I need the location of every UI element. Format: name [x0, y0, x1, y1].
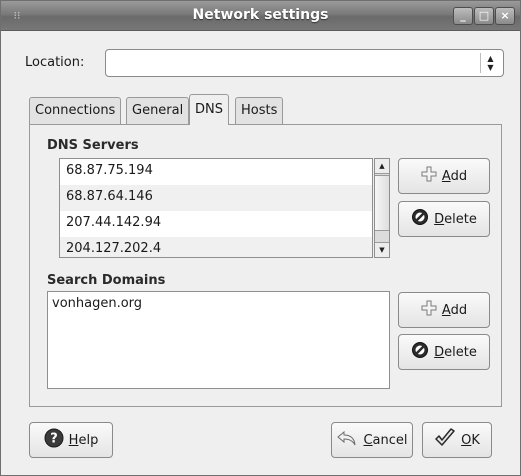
list-item[interactable]: 207.44.142.94 [60, 211, 372, 237]
network-settings-window: ⁝⁝ Network settings _ □ × Location: ▲ ▼ C… [0, 0, 521, 476]
maximize-icon: □ [478, 9, 490, 22]
cancel-label: Cancel [363, 432, 408, 448]
ok-label: OK [461, 432, 480, 448]
search-add-button[interactable]: Add [398, 292, 490, 328]
tab-connections[interactable]: Connections [29, 97, 122, 124]
delete-icon [411, 341, 429, 363]
location-combo[interactable]: ▲ ▼ [105, 49, 504, 77]
tab-hosts[interactable]: Hosts [235, 97, 284, 124]
scroll-up-icon[interactable]: ▲ [375, 159, 389, 174]
help-button[interactable]: ? Help [29, 422, 113, 458]
list-item[interactable]: 68.87.64.146 [60, 185, 372, 211]
dns-delete-button[interactable]: Delete [398, 201, 490, 237]
minimize-icon: _ [460, 9, 466, 22]
help-label: Help [68, 432, 99, 448]
search-add-label: Add [441, 302, 468, 318]
close-button[interactable]: × [495, 7, 515, 25]
list-item[interactable]: 68.87.75.194 [60, 159, 372, 185]
search-domains-list[interactable]: vonhagen.org [47, 291, 390, 389]
dns-servers-list[interactable]: 68.87.75.194 68.87.64.146 207.44.142.94 … [59, 158, 373, 258]
svg-text:?: ? [50, 432, 58, 447]
search-domains-heading: Search Domains [47, 273, 166, 288]
ok-icon [434, 428, 456, 452]
location-label: Location: [25, 55, 85, 70]
list-item[interactable]: 204.127.202.4 [60, 237, 372, 257]
combo-arrows-icon: ▲ ▼ [480, 53, 500, 73]
maximize-button[interactable]: □ [474, 7, 494, 25]
title-bar[interactable]: ⁝⁝ Network settings _ □ × [1, 1, 520, 31]
scroll-down-icon[interactable]: ▼ [375, 242, 389, 257]
close-icon: × [500, 9, 510, 22]
dns-add-button[interactable]: Add [398, 158, 490, 194]
dns-add-label: Add [441, 168, 468, 184]
plus-icon [421, 300, 437, 320]
delete-icon [411, 208, 429, 230]
dns-delete-label: Delete [434, 211, 477, 227]
plus-icon [421, 166, 437, 186]
tab-dns[interactable]: DNS [189, 94, 229, 125]
dns-servers-heading: DNS Servers [47, 138, 139, 153]
scroll-thumb[interactable] [375, 175, 389, 231]
minimize-button[interactable]: _ [453, 7, 473, 25]
ok-button[interactable]: OK [422, 422, 492, 458]
cancel-icon [336, 428, 358, 452]
tab-general[interactable]: General [126, 97, 190, 124]
window-title: Network settings [192, 7, 329, 23]
help-icon: ? [44, 428, 64, 452]
search-delete-button[interactable]: Delete [398, 334, 490, 370]
list-item[interactable]: vonhagen.org [48, 292, 389, 318]
dns-list-scrollbar[interactable]: ▲ ▼ [374, 158, 390, 258]
search-delete-label: Delete [434, 344, 477, 360]
cancel-button[interactable]: Cancel [331, 422, 413, 458]
